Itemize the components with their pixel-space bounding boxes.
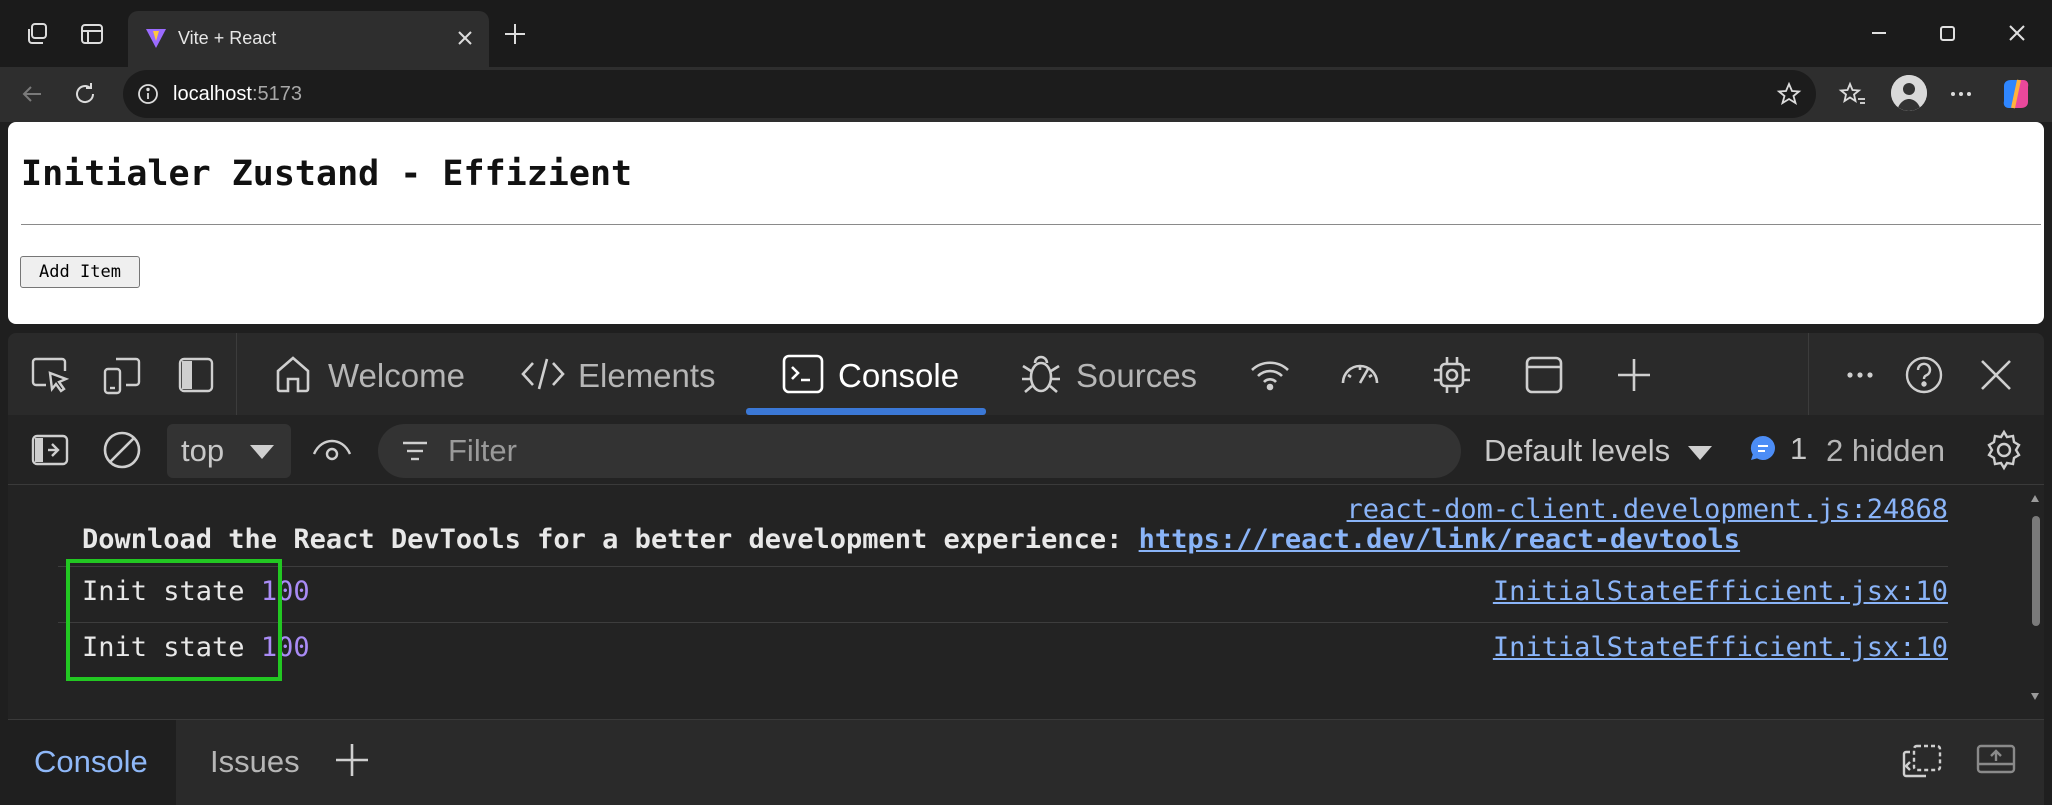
tab-welcome[interactable]: Welcome bbox=[270, 333, 470, 415]
favorite-star-icon[interactable] bbox=[1776, 81, 1802, 107]
refresh-icon[interactable] bbox=[70, 79, 100, 109]
clear-console-icon[interactable] bbox=[100, 428, 144, 472]
url-port: :5173 bbox=[251, 83, 302, 105]
workspaces-icon[interactable] bbox=[24, 20, 52, 48]
console-source-line: react-dom-client.development.js:24868 bbox=[8, 494, 1948, 525]
console-message: Init state 100 InitialStateEfficient.jsx… bbox=[8, 576, 1948, 610]
console-message: Download the React DevTools for a better… bbox=[8, 524, 1948, 558]
console-icon bbox=[780, 351, 826, 397]
browser-toolbar: localhost:5173 bbox=[0, 67, 2052, 122]
source-link[interactable]: InitialStateEfficient.jsx:10 bbox=[1493, 576, 1948, 607]
page-divider bbox=[21, 224, 2041, 225]
console-message: Init state 100 InitialStateEfficient.jsx… bbox=[8, 632, 1948, 666]
drawer-tab-issues[interactable]: Issues bbox=[176, 720, 306, 805]
tab-welcome-label: Welcome bbox=[328, 357, 465, 394]
drawer-add-tab-icon[interactable] bbox=[330, 738, 374, 782]
vite-logo-icon bbox=[144, 26, 168, 50]
favorites-icon[interactable] bbox=[1838, 79, 1868, 109]
filter-icon bbox=[400, 436, 430, 466]
message-count: 1 bbox=[1790, 431, 1808, 466]
url-host: localhost bbox=[173, 83, 252, 105]
live-expression-eye-icon[interactable] bbox=[310, 428, 354, 472]
execution-context-select[interactable]: top bbox=[167, 424, 291, 478]
devtools-tab-bar: Welcome Elements Console Sources bbox=[8, 333, 2044, 415]
message-bubble-icon bbox=[1748, 433, 1778, 463]
tab-separator bbox=[236, 333, 237, 415]
tab-console-label: Console bbox=[838, 357, 960, 394]
close-devtools-icon[interactable] bbox=[1974, 353, 2018, 397]
console-message-text: Download the React DevTools for a better… bbox=[82, 524, 1740, 555]
code-icon bbox=[520, 351, 566, 397]
tab-separator-right bbox=[1808, 333, 1809, 415]
console-output: react-dom-client.development.js:24868 Do… bbox=[8, 486, 2026, 711]
devtools-download-text: Download the React DevTools for a better… bbox=[82, 524, 1139, 555]
device-emulation-icon[interactable] bbox=[100, 353, 144, 397]
chevron-down-icon bbox=[247, 441, 277, 463]
context-value: top bbox=[181, 433, 225, 468]
scroll-down-icon[interactable] bbox=[2030, 691, 2040, 701]
home-icon bbox=[270, 351, 316, 397]
devtools-link[interactable]: https://react.dev/link/react-devtools bbox=[1139, 524, 1740, 555]
add-panel-icon[interactable] bbox=[1612, 353, 1656, 397]
more-tools-icon[interactable] bbox=[1838, 353, 1882, 397]
application-panel-icon[interactable] bbox=[1522, 353, 1566, 397]
close-tab-icon[interactable] bbox=[455, 28, 475, 48]
tab-elements[interactable]: Elements bbox=[520, 333, 720, 415]
hidden-count: 2 hidden bbox=[1826, 433, 1945, 468]
filter-placeholder: Filter bbox=[448, 433, 517, 468]
tab-actions-icon[interactable] bbox=[78, 20, 106, 48]
source-link[interactable]: InitialStateEfficient.jsx:10 bbox=[1493, 632, 1948, 663]
source-link[interactable]: react-dom-client.development.js:24868 bbox=[1347, 494, 1948, 525]
tab-console[interactable]: Console bbox=[780, 333, 980, 415]
dock-drawer-icon[interactable] bbox=[1900, 738, 1944, 782]
drawer-tab-console[interactable]: Console bbox=[8, 720, 176, 805]
tab-sources-label: Sources bbox=[1076, 357, 1198, 394]
drawer-tab-console-label: Console bbox=[34, 744, 148, 779]
close-window-icon[interactable] bbox=[2002, 18, 2032, 48]
log-levels-dropdown[interactable]: Default levels bbox=[1484, 433, 1670, 469]
back-icon[interactable] bbox=[17, 79, 47, 109]
console-toolbar: top Filter Default levels 1 2 hidden bbox=[8, 415, 2044, 485]
inspect-element-icon[interactable] bbox=[28, 353, 72, 397]
new-tab-icon[interactable] bbox=[500, 19, 530, 49]
browser-tab-active[interactable]: Vite + React bbox=[128, 11, 489, 67]
address-bar[interactable]: localhost:5173 bbox=[123, 70, 1816, 118]
console-settings-gear-icon[interactable] bbox=[1982, 428, 2026, 472]
minimize-icon[interactable] bbox=[1864, 18, 1894, 48]
drawer-tab-issues-label: Issues bbox=[210, 744, 300, 779]
page-viewport: Initialer Zustand - Effizient Add Item bbox=[8, 122, 2044, 324]
console-divider bbox=[58, 566, 1948, 567]
help-icon[interactable] bbox=[1902, 353, 1946, 397]
console-scrollbar[interactable] bbox=[2026, 486, 2044, 711]
highlight-box bbox=[66, 559, 282, 681]
devtools-panel: Welcome Elements Console Sources top Fil… bbox=[8, 333, 2044, 805]
memory-chip-icon[interactable] bbox=[1430, 353, 1474, 397]
console-filter-input[interactable]: Filter bbox=[378, 424, 1461, 478]
tab-elements-label: Elements bbox=[578, 357, 716, 394]
url-text: localhost:5173 bbox=[173, 82, 302, 106]
console-divider bbox=[58, 622, 1948, 623]
page-heading: Initialer Zustand - Effizient bbox=[21, 154, 633, 194]
add-item-button[interactable]: Add Item bbox=[20, 256, 140, 288]
tab-sources[interactable]: Sources bbox=[1018, 333, 1218, 415]
scroll-up-icon[interactable] bbox=[2030, 494, 2040, 504]
copilot-icon[interactable] bbox=[1998, 76, 2034, 112]
maximize-icon[interactable] bbox=[1932, 18, 1962, 48]
undock-drawer-icon[interactable] bbox=[1974, 738, 2018, 782]
show-sidebar-icon[interactable] bbox=[28, 428, 72, 472]
tab-title: Vite + React bbox=[178, 28, 277, 48]
levels-chevron-down-icon[interactable] bbox=[1685, 442, 1715, 464]
browser-title-bar: Vite + React bbox=[0, 0, 2052, 67]
dock-side-icon[interactable] bbox=[174, 353, 218, 397]
active-tab-indicator bbox=[746, 408, 986, 415]
network-wifi-icon[interactable] bbox=[1248, 353, 1292, 397]
performance-gauge-icon[interactable] bbox=[1338, 353, 1382, 397]
bug-icon bbox=[1018, 351, 1064, 397]
devtools-drawer: Console Issues bbox=[8, 719, 2044, 805]
profile-avatar[interactable] bbox=[1891, 75, 1927, 111]
site-info-icon[interactable] bbox=[137, 83, 159, 105]
scroll-thumb[interactable] bbox=[2032, 516, 2040, 626]
more-options-icon[interactable] bbox=[1946, 79, 1976, 109]
